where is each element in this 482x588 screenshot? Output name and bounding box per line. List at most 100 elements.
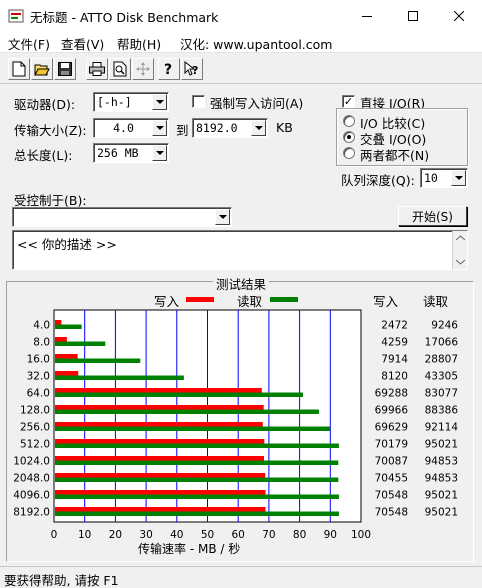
read-bar: [55, 392, 303, 397]
neither-radio[interactable]: [343, 147, 355, 159]
row-label: 16.0: [27, 354, 50, 366]
read-bar: [55, 494, 339, 499]
queue-depth-label: 队列深度(Q):: [341, 173, 415, 188]
write-value: 70548: [375, 490, 408, 502]
read-bar: [55, 324, 82, 329]
scroll-up-icon[interactable]: [456, 235, 465, 241]
row-label: 4.0: [33, 320, 50, 332]
title-bar: 无标题 - ATTO Disk Benchmark: [0, 0, 482, 31]
write-bar: [55, 337, 67, 342]
start-button[interactable]: 开始(S): [398, 206, 467, 226]
write-bar: [55, 405, 264, 410]
print-preview-icon[interactable]: [109, 58, 131, 80]
read-bar: [55, 443, 339, 448]
save-icon[interactable]: [54, 58, 76, 80]
menu-view[interactable]: 查看(V): [61, 34, 104, 53]
chevron-down-icon[interactable]: [215, 209, 230, 225]
drive-label: 驱动器(D):: [14, 97, 76, 112]
context-help-icon[interactable]: ?: [181, 58, 203, 80]
transfer-to-value: 8192.0: [196, 121, 238, 135]
svg-text:?: ?: [164, 62, 172, 77]
queue-depth-select[interactable]: 10: [420, 168, 468, 188]
description-scrollbar[interactable]: [452, 231, 467, 269]
x-tick-label: 90: [324, 529, 337, 541]
x-tick-label: 0: [51, 529, 58, 541]
chevron-down-icon[interactable]: [251, 120, 266, 136]
overlap-io-radio[interactable]: [343, 131, 355, 143]
description-textarea[interactable]: << 你的描述 >>: [12, 230, 468, 270]
results-values: [372, 312, 472, 482]
move-icon[interactable]: [132, 58, 154, 80]
drive-select[interactable]: [-h-]: [93, 92, 169, 112]
write-bar: [55, 371, 79, 376]
maximize-icon[interactable]: [390, 0, 436, 31]
new-file-icon[interactable]: [8, 58, 30, 80]
force-write-label: 强制写入访问(A): [210, 96, 304, 111]
close-icon[interactable]: [436, 0, 482, 31]
row-label: 8.0: [33, 337, 50, 349]
status-text: 要获得帮助, 请按 F1: [4, 573, 119, 588]
x-tick-label: 100: [351, 529, 371, 541]
total-length-select[interactable]: 256 MB: [93, 143, 169, 163]
row-label: 512.0: [20, 439, 50, 451]
read-bar: [55, 375, 184, 380]
write-bar: [55, 354, 78, 359]
transfer-to-select[interactable]: 8192.0: [192, 118, 268, 138]
row-label: 128.0: [20, 405, 50, 417]
help-icon[interactable]: ?: [158, 58, 180, 80]
x-tick-label: 10: [78, 529, 91, 541]
menu-bar: 文件(F) 查看(V) 帮助(H) 汉化: www.upantool.com: [0, 31, 482, 53]
transfer-from-value: 4.0: [113, 121, 134, 135]
write-bar: [55, 439, 265, 444]
x-axis-label: 传输速率 - MB / 秒: [138, 542, 241, 556]
read-bar: [55, 358, 141, 363]
controlled-by-select[interactable]: [12, 207, 232, 227]
window-title: 无标题 - ATTO Disk Benchmark: [30, 10, 219, 25]
queue-depth-value: 10: [424, 171, 438, 185]
description-text: << 你的描述 >>: [17, 237, 117, 252]
chevron-down-icon[interactable]: [152, 120, 167, 136]
toolbar: ? ?: [0, 54, 482, 84]
chevron-down-icon[interactable]: [451, 170, 466, 186]
menu-help[interactable]: 帮助(H): [117, 34, 161, 53]
transfer-size-label: 传输大小(Z):: [14, 123, 87, 138]
scroll-down-icon[interactable]: [456, 259, 465, 265]
read-bar: [55, 511, 339, 516]
direct-io-checkbox[interactable]: ✓: [342, 95, 355, 108]
total-length-label: 总长度(L):: [14, 148, 73, 163]
open-folder-icon[interactable]: [31, 58, 53, 80]
chevron-down-icon[interactable]: [152, 94, 167, 110]
neither-label: 两者都不(N): [360, 148, 430, 163]
row-label: 2048.0: [13, 473, 50, 485]
read-bar: [55, 426, 330, 431]
write-bar: [55, 456, 264, 461]
io-compare-radio[interactable]: [343, 115, 355, 127]
read-bar: [55, 460, 339, 465]
minimize-icon[interactable]: [344, 0, 390, 31]
row-label: 32.0: [27, 371, 50, 383]
start-button-label: 开始(S): [412, 209, 453, 224]
write-value: 70548: [375, 507, 408, 519]
force-write-checkbox[interactable]: [192, 95, 205, 108]
write-bar: [55, 388, 262, 393]
row-label: 4096.0: [13, 490, 50, 502]
write-bar: [55, 473, 266, 478]
write-bar: [55, 422, 263, 427]
write-bar: [55, 507, 266, 512]
read-value: 95021: [425, 507, 458, 519]
svg-text:?: ?: [192, 64, 198, 77]
x-tick-label: 20: [109, 529, 122, 541]
status-bar: 要获得帮助, 请按 F1: [0, 566, 482, 588]
menu-credit[interactable]: 汉化: www.upantool.com: [180, 34, 332, 53]
row-label: 64.0: [27, 388, 50, 400]
read-bar: [55, 409, 319, 414]
drive-select-value: [-h-]: [97, 95, 132, 109]
x-tick-label: 70: [262, 529, 275, 541]
read-bar: [55, 341, 106, 346]
read-value: 95021: [425, 490, 458, 502]
chevron-down-icon[interactable]: [152, 145, 167, 161]
print-icon[interactable]: [86, 58, 108, 80]
menu-file[interactable]: 文件(F): [8, 34, 50, 53]
transfer-unit: KB: [276, 120, 293, 135]
transfer-from-select[interactable]: 4.0: [93, 118, 169, 138]
